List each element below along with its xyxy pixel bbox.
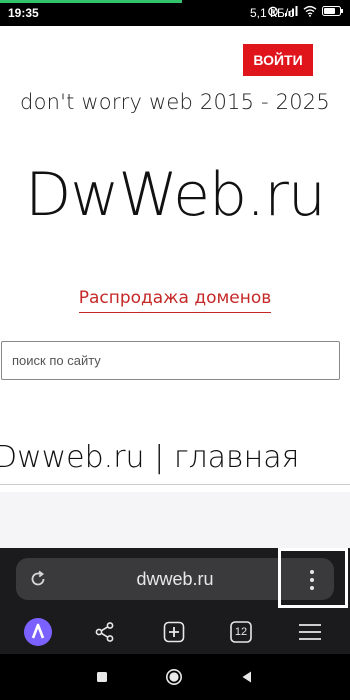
- new-tab-icon[interactable]: [163, 621, 185, 643]
- browser-menu-button[interactable]: [294, 616, 326, 648]
- site-logo[interactable]: DwWeb.ru: [0, 160, 350, 230]
- page-heading: Dwweb.ru | главная: [0, 440, 300, 475]
- browser-panel: dwweb.ru 12: [0, 548, 350, 654]
- divider: [0, 484, 350, 485]
- domain-sale-link[interactable]: Распродажа доменов: [78, 288, 272, 313]
- tabs-counter-button[interactable]: 12: [225, 616, 257, 648]
- share-icon[interactable]: [94, 621, 116, 643]
- page-load-progress-fill: [0, 0, 182, 3]
- domain-sale-link-wrapper: Распродажа доменов: [0, 288, 350, 313]
- wifi-icon: [303, 5, 317, 17]
- browser-toolbar: 12: [0, 612, 350, 652]
- signal-icon: [285, 6, 298, 16]
- menu-icon[interactable]: [298, 622, 322, 642]
- page-load-progress: [0, 0, 350, 3]
- status-bar: 19:35 5,1 КБ/с: [0, 0, 350, 26]
- alice-assistant-button[interactable]: [22, 616, 54, 648]
- tab-count[interactable]: 12: [225, 616, 257, 648]
- alarm-icon: [268, 6, 278, 17]
- system-nav-bar: [0, 654, 350, 700]
- alice-assistant-icon[interactable]: [23, 617, 53, 647]
- site-tagline: don't worry web 2015 - 2025: [20, 90, 330, 114]
- status-icons: [267, 5, 344, 17]
- home-icon[interactable]: [165, 668, 183, 686]
- share-button[interactable]: [89, 616, 121, 648]
- back-icon[interactable]: [238, 668, 256, 686]
- new-tab-button[interactable]: [158, 616, 190, 648]
- status-time: 19:35: [8, 6, 39, 20]
- reload-icon[interactable]: [28, 569, 48, 589]
- recent-apps-icon[interactable]: [93, 668, 111, 686]
- highlighted-menu-button[interactable]: [278, 548, 348, 608]
- more-vertical-icon[interactable]: [309, 569, 315, 591]
- site-search-input[interactable]: [1, 341, 340, 380]
- battery-icon: [322, 6, 343, 16]
- login-button[interactable]: ВОЙТИ: [243, 44, 313, 76]
- content-area: [0, 492, 350, 550]
